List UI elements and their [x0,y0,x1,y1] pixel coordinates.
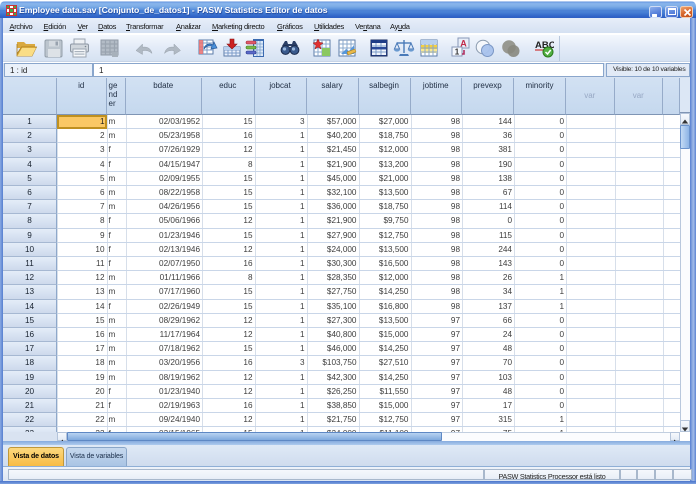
svg-text:1: 1 [455,48,460,57]
